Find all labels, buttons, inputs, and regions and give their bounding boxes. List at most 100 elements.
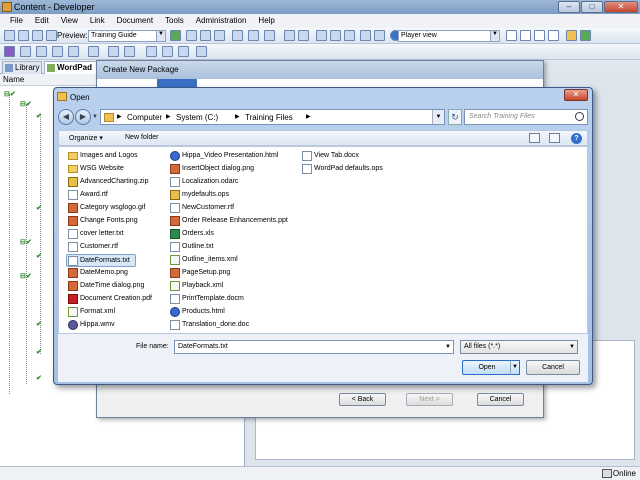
tree-node[interactable]: ⊟✔ xyxy=(20,100,32,108)
view-mode-combo[interactable]: Player view ▼ xyxy=(398,30,500,42)
list-item[interactable]: Change Fonts.png xyxy=(67,215,138,228)
list-item[interactable]: Orders.xls xyxy=(169,228,214,241)
list-item[interactable]: InsertObject dialog.png xyxy=(169,163,254,176)
folder-icon[interactable] xyxy=(566,30,577,41)
list-item[interactable]: Document Creation.pdf xyxy=(67,293,152,306)
open-icon[interactable] xyxy=(18,30,29,41)
menu-edit[interactable]: Edit xyxy=(29,14,55,28)
list-item[interactable]: Category wsglogo.gif xyxy=(67,202,145,215)
maximize-button[interactable]: □ xyxy=(581,1,603,13)
list-item[interactable]: Translation_done.doc xyxy=(169,319,249,332)
indent-icon[interactable] xyxy=(178,46,189,57)
web-page-icon[interactable] xyxy=(68,46,79,57)
unlink-icon[interactable] xyxy=(330,30,341,41)
tree-node[interactable]: ⊟✔ xyxy=(4,90,16,98)
cancel-button[interactable]: Cancel xyxy=(526,360,580,375)
breadcrumb-computer[interactable]: Computer xyxy=(127,113,162,122)
wizard-cancel-button[interactable]: Cancel xyxy=(477,393,524,406)
list-item[interactable]: WSG Website xyxy=(67,163,124,176)
list-item[interactable]: WordPad defaults.ops xyxy=(301,163,383,176)
list-item[interactable]: cover letter.txt xyxy=(67,228,124,241)
minimize-button[interactable]: – xyxy=(558,1,580,13)
menu-tools[interactable]: Tools xyxy=(159,14,190,28)
properties-icon[interactable] xyxy=(264,30,275,41)
list-item[interactable]: Products.html xyxy=(169,306,225,319)
list-item[interactable]: Outline_items.xml xyxy=(169,254,238,267)
refresh-icon[interactable] xyxy=(374,30,385,41)
menu-administration[interactable]: Administration xyxy=(190,14,253,28)
gear-icon[interactable] xyxy=(88,46,99,57)
move-up-icon[interactable] xyxy=(108,46,119,57)
format-icon[interactable] xyxy=(344,30,355,41)
open-dialog-close-button[interactable]: ✕ xyxy=(564,89,588,101)
chevron-down-icon[interactable]: ▼ xyxy=(92,114,98,120)
copy-icon[interactable] xyxy=(200,30,211,41)
find-icon[interactable] xyxy=(248,30,259,41)
list-item[interactable]: NewCustomer.rtf xyxy=(169,202,234,215)
tree-node[interactable]: ✔ xyxy=(36,320,42,328)
tree-node[interactable]: ✔ xyxy=(36,204,42,212)
list-item[interactable]: View Tab.docx xyxy=(301,150,359,163)
back-button[interactable]: < Back xyxy=(339,393,386,406)
section-icon[interactable] xyxy=(36,46,47,57)
refresh-icon[interactable]: ↻ xyxy=(448,109,462,125)
menu-link[interactable]: Link xyxy=(84,14,111,28)
organize-button[interactable]: Organize ▾ xyxy=(69,134,103,142)
address-bar[interactable]: ▶ Computer ▶ System (C:) ▶ Training File… xyxy=(100,109,445,125)
back-arrow-icon[interactable]: ◀ xyxy=(58,109,74,125)
link-icon[interactable] xyxy=(316,30,327,41)
list-item[interactable]: Award.rtf xyxy=(67,189,108,202)
list-item[interactable]: Format.xml xyxy=(67,306,115,319)
breadcrumb-training-files[interactable]: Training Files xyxy=(245,113,293,122)
move-down-icon[interactable] xyxy=(124,46,135,57)
topic-icon[interactable] xyxy=(52,46,63,57)
help-icon[interactable]: ? xyxy=(571,133,582,144)
cut-icon[interactable] xyxy=(186,30,197,41)
insert-icon[interactable] xyxy=(146,46,157,57)
open-button[interactable]: Open xyxy=(462,360,512,375)
close-button[interactable]: ✕ xyxy=(604,1,638,13)
list-item[interactable]: PrintTemplate.docm xyxy=(169,293,244,306)
layout-icon[interactable] xyxy=(506,30,517,41)
list-item[interactable]: Hippa.wmv xyxy=(67,319,115,332)
forward-arrow-icon[interactable]: ▶ xyxy=(75,109,91,125)
sync-icon[interactable] xyxy=(580,30,591,41)
tree-node[interactable]: ⊟✔ xyxy=(20,238,32,246)
publish-icon[interactable] xyxy=(46,30,57,41)
search-input[interactable]: Search Training Files xyxy=(464,109,588,125)
tab-wordpad[interactable]: WordPad xyxy=(44,61,100,74)
tree-node[interactable]: ⊟✔ xyxy=(20,272,32,280)
menu-help[interactable]: Help xyxy=(252,14,280,28)
menu-file[interactable]: File xyxy=(4,14,29,28)
tree-node[interactable]: ✔ xyxy=(36,348,42,356)
list-item[interactable]: Hippa_Video Presentation.html xyxy=(169,150,278,163)
list-item[interactable]: DateTime dialog.png xyxy=(67,280,144,293)
delete-icon[interactable] xyxy=(232,30,243,41)
save-icon[interactable] xyxy=(32,30,43,41)
view-options-icon[interactable] xyxy=(529,133,540,143)
layout-icon[interactable] xyxy=(520,30,531,41)
paste-icon[interactable] xyxy=(214,30,225,41)
outdent-icon[interactable] xyxy=(162,46,173,57)
list-item[interactable]: AdvancedCharting.zip xyxy=(67,176,149,189)
list-item-selected[interactable]: DateFormats.txt xyxy=(66,254,136,267)
menu-document[interactable]: Document xyxy=(111,14,159,28)
spell-check-icon[interactable] xyxy=(360,30,371,41)
undo-icon[interactable] xyxy=(284,30,295,41)
preview-combo[interactable]: Training Guide ▼ xyxy=(88,30,166,42)
list-item[interactable]: Localization.odarc xyxy=(169,176,238,189)
list-item[interactable]: Images and Logos xyxy=(67,150,138,163)
document-icon[interactable] xyxy=(196,46,207,57)
file-type-filter[interactable]: All files (*.*) ▼ xyxy=(460,340,578,354)
next-button[interactable]: Next > xyxy=(406,393,453,406)
list-item[interactable]: mydefaults.ops xyxy=(169,189,229,202)
new-icon[interactable] xyxy=(4,30,15,41)
chevron-down-icon[interactable]: ▼ xyxy=(443,341,453,353)
preview-pane-icon[interactable] xyxy=(549,133,560,143)
list-item[interactable]: Playback.xml xyxy=(169,280,223,293)
list-item[interactable]: Outline.txt xyxy=(169,241,214,254)
chevron-down-icon[interactable]: ▼ xyxy=(432,110,444,124)
breadcrumb-system-c[interactable]: System (C:) xyxy=(176,113,218,122)
package-icon[interactable] xyxy=(4,46,15,57)
list-item[interactable]: Customer.rtf xyxy=(67,241,118,254)
